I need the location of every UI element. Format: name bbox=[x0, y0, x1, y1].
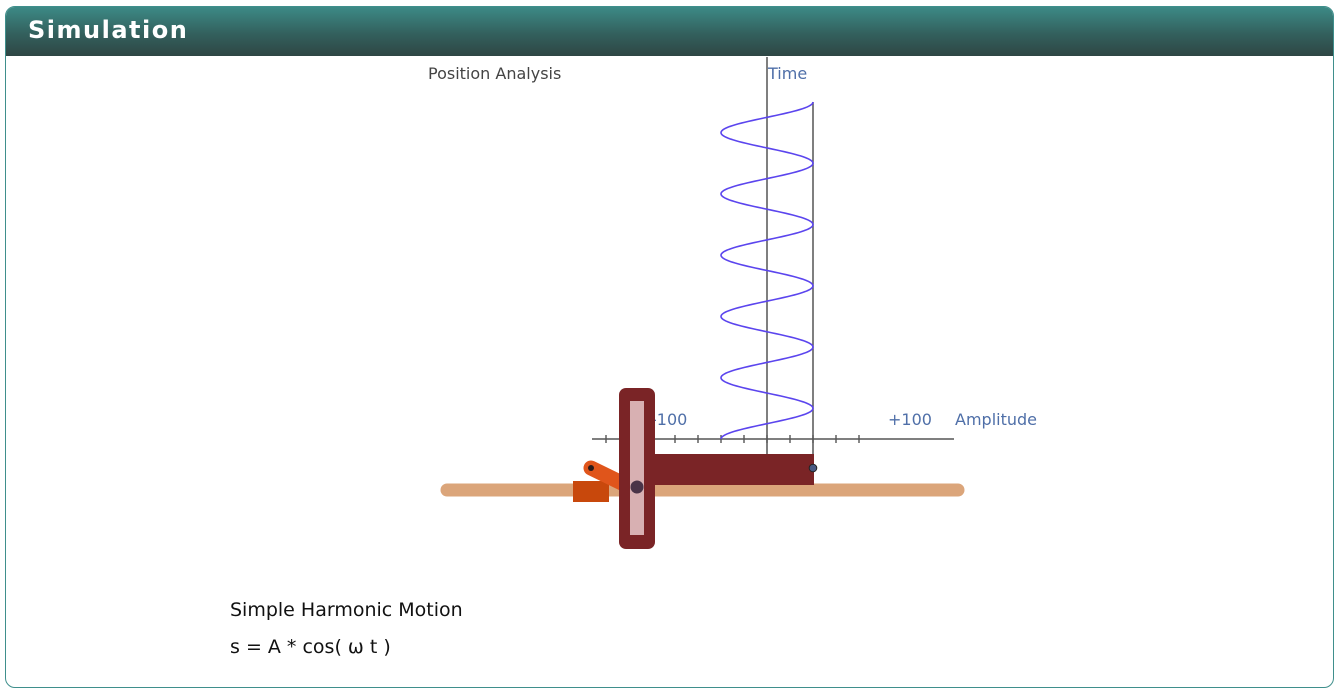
graph-title: Position Analysis bbox=[428, 64, 561, 83]
simulation-panel: Simulation Position Analysis Time -100 +… bbox=[5, 6, 1334, 688]
yoke-slot bbox=[630, 401, 644, 535]
caption-title: Simple Harmonic Motion bbox=[230, 599, 463, 621]
amplitude-axis-label: Amplitude bbox=[955, 410, 1037, 429]
yoke-pin bbox=[630, 480, 644, 494]
amplitude-min-label: -100 bbox=[651, 410, 687, 429]
slider-bar bbox=[646, 454, 814, 485]
amplitude-max-label: +100 bbox=[888, 410, 932, 429]
caption-formula: s = A * cos( ω t ) bbox=[230, 636, 391, 658]
time-axis-label: Time bbox=[767, 64, 807, 83]
slider-pin[interactable] bbox=[808, 463, 818, 473]
crank-block bbox=[573, 481, 609, 502]
simulation-canvas: Position Analysis Time -100 +100 Amplitu… bbox=[428, 57, 1037, 549]
crank-pivot bbox=[588, 465, 594, 471]
